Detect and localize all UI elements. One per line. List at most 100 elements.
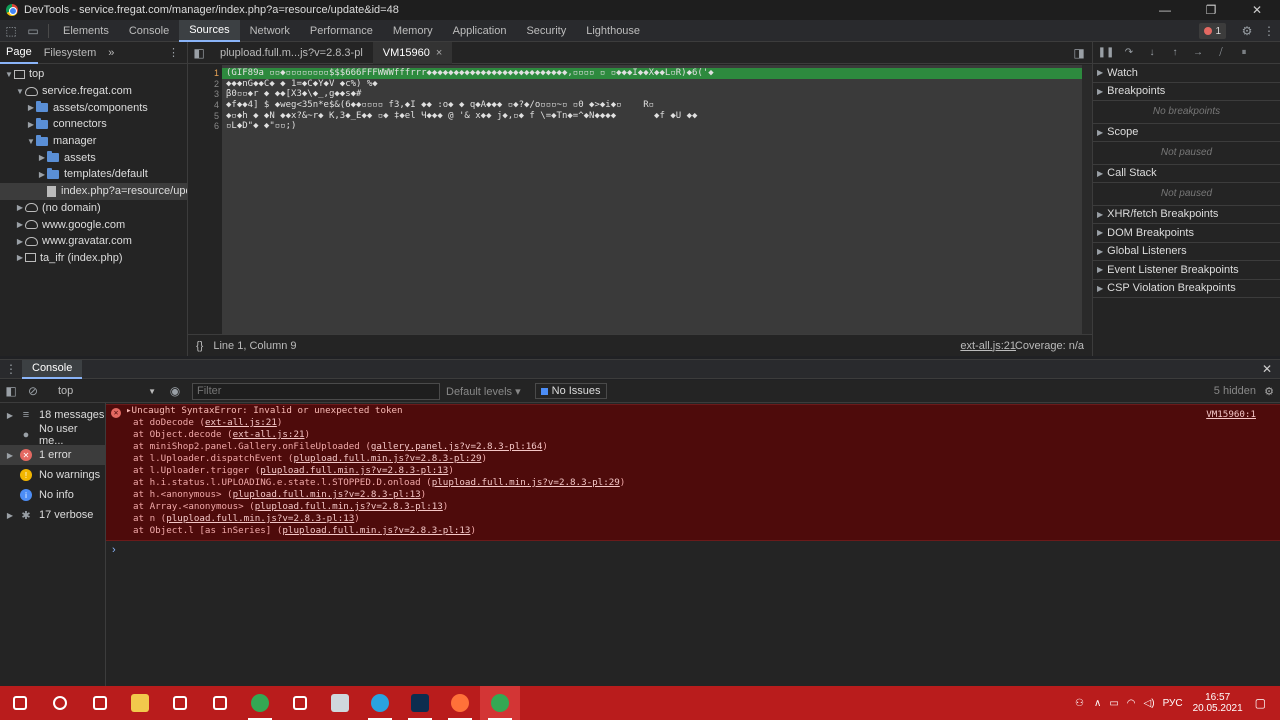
pane-call-stack[interactable]: ▶ Call Stack	[1093, 165, 1280, 183]
show-hidden-icons[interactable]: ∧	[1094, 698, 1101, 709]
arrow-icon[interactable]: ▶	[15, 253, 25, 262]
pane-event-listener-breakpoints[interactable]: ▶ Event Listener Breakpoints	[1093, 261, 1280, 280]
stack-frame-link[interactable]: plupload.full.min.js?v=2.8.3-pl:13	[166, 513, 354, 524]
tree-item[interactable]: ▶ assets	[0, 149, 187, 166]
stack-frame-link[interactable]: ext-all.js:21	[233, 429, 305, 440]
code-area[interactable]: 123456 (GIF89a ▫▫◆▫▫▫▫▫▫▫▫$$$666FFFWWWff…	[188, 65, 1092, 334]
stack-frame-link[interactable]: plupload.full.min.js?v=2.8.3-pl:13	[282, 525, 470, 536]
editor-tab-vm[interactable]: VM15960 ×	[372, 41, 453, 64]
arrow-icon[interactable]: ▶	[37, 170, 47, 179]
filter-input[interactable]	[192, 382, 440, 400]
editor-scrollbar[interactable]	[1082, 65, 1092, 334]
error-message[interactable]: ✕ ▸Uncaught SyntaxError: Invalid or unex…	[106, 404, 1280, 541]
clear-console-icon[interactable]: ⊘	[22, 380, 44, 402]
sidebar-item-verbose[interactable]: ▶ ✱ 17 verbose	[0, 505, 105, 525]
sidebar-item-error[interactable]: ▶ ✕ 1 error	[0, 445, 105, 465]
taskbar-photoshop[interactable]	[400, 686, 440, 720]
stack-frame-link[interactable]: plupload.full.min.js?v=2.8.3-pl:29	[293, 453, 481, 464]
tree-item[interactable]: ▶ www.google.com	[0, 216, 187, 233]
battery-icon[interactable]: ▭	[1109, 698, 1118, 709]
taskbar-store[interactable]	[160, 686, 200, 720]
step-over-icon[interactable]: ↷	[1120, 44, 1138, 62]
arrow-icon[interactable]: ▶	[15, 203, 25, 212]
notifications-icon[interactable]: ▢	[1255, 696, 1266, 710]
console-settings-icon[interactable]: ⚙	[1264, 385, 1274, 398]
clock[interactable]: 16:57 20.05.2021	[1193, 692, 1243, 714]
stack-frame-link[interactable]: plupload.full.min.js?v=2.8.3-pl:29	[432, 477, 620, 488]
pane-scope[interactable]: ▶ Scope	[1093, 124, 1280, 142]
arrow-icon[interactable]: ▼	[4, 70, 14, 79]
sidebar-toggle-icon[interactable]: ◧	[0, 380, 22, 402]
toggle-debugger-icon[interactable]: ◨	[1068, 42, 1090, 64]
tab-sources[interactable]: Sources	[179, 19, 240, 42]
taskbar-start[interactable]	[0, 686, 40, 720]
tab-console[interactable]: Console	[119, 20, 179, 42]
more-tabs-icon[interactable]: »	[102, 42, 120, 64]
tab-filesystem[interactable]: Filesystem	[38, 42, 103, 64]
stack-frame-link[interactable]: gallery.panel.js?v=2.8.3-pl:164	[371, 441, 542, 452]
console-prompt[interactable]: ›	[112, 544, 116, 556]
taskbar-search[interactable]	[40, 686, 80, 720]
taskbar-task-view[interactable]	[80, 686, 120, 720]
drawer-menu-icon[interactable]: ⋮	[0, 358, 22, 380]
deactivate-breakpoints-icon[interactable]: ⧸	[1212, 44, 1230, 62]
kebab-menu-icon[interactable]: ⋮	[168, 46, 179, 59]
arrow-icon[interactable]: ▶	[37, 153, 47, 162]
device-toolbar-icon[interactable]: ▭	[22, 20, 44, 42]
tree-item[interactable]: ▼ service.fregat.com	[0, 83, 187, 100]
pane-breakpoints[interactable]: ▶ Breakpoints	[1093, 83, 1280, 101]
arrow-icon[interactable]: ▼	[15, 87, 25, 96]
stack-frame-link[interactable]: plupload.full.min.js?v=2.8.3-pl:13	[255, 501, 443, 512]
pane-xhr-fetch-breakpoints[interactable]: ▶ XHR/fetch Breakpoints	[1093, 206, 1280, 224]
inspect-element-icon[interactable]: ⬚	[0, 20, 22, 42]
close-drawer-icon[interactable]: ✕	[1262, 362, 1272, 376]
wifi-icon[interactable]: ◠	[1127, 698, 1136, 709]
pause-on-exceptions-icon[interactable]: ⏸	[1235, 44, 1253, 62]
tree-item[interactable]: ▶ templates/default	[0, 166, 187, 183]
arrow-icon[interactable]: ▼	[26, 137, 36, 146]
maximize-button[interactable]: ❐	[1188, 0, 1234, 20]
error-text[interactable]: ▸Uncaught SyntaxError: Invalid or unexpe…	[106, 405, 1280, 417]
arrow-icon[interactable]: ▶	[26, 120, 36, 129]
arrow-icon[interactable]: ▶	[15, 237, 25, 246]
tab-console-drawer[interactable]: Console	[22, 359, 83, 379]
more-menu-icon[interactable]: ⋮	[1258, 20, 1280, 42]
taskbar-telegram[interactable]	[360, 686, 400, 720]
step-icon[interactable]: →	[1189, 44, 1207, 62]
stack-frame-link[interactable]: ext-all.js:21	[205, 417, 277, 428]
pretty-print-button[interactable]: {}	[196, 340, 203, 352]
close-button[interactable]: ✕	[1234, 0, 1280, 20]
context-selector[interactable]: top ▼	[44, 385, 160, 397]
tab-page[interactable]: Page	[0, 42, 38, 64]
taskbar-explorer[interactable]	[120, 686, 160, 720]
pause-icon[interactable]: ❚❚	[1097, 44, 1115, 62]
pane-watch[interactable]: ▶ Watch	[1093, 64, 1280, 83]
issues-button[interactable]: No Issues	[534, 383, 607, 399]
pane-global-listeners[interactable]: ▶ Global Listeners	[1093, 243, 1280, 261]
toggle-navigator-icon[interactable]: ◧	[188, 42, 210, 64]
tree-item[interactable]: ▶ assets/components	[0, 99, 187, 116]
sidebar-item-user[interactable]: ● No user me...	[0, 423, 105, 447]
tab-application[interactable]: Application	[443, 20, 517, 42]
minimize-button[interactable]: —	[1142, 0, 1188, 20]
tab-security[interactable]: Security	[516, 20, 576, 42]
pane-csp-violation-breakpoints[interactable]: ▶ CSP Violation Breakpoints	[1093, 280, 1280, 298]
log-levels-dropdown[interactable]: Default levels ▾	[446, 385, 521, 398]
tab-performance[interactable]: Performance	[300, 20, 383, 42]
editor-tab-plupload[interactable]: plupload.full.m...js?v=2.8.3-pl	[210, 42, 373, 64]
stack-frame-link[interactable]: plupload.full.min.js?v=2.8.3-pl:13	[233, 489, 421, 500]
arrow-icon[interactable]: ▶	[15, 220, 25, 229]
pane-dom-breakpoints[interactable]: ▶ DOM Breakpoints	[1093, 224, 1280, 243]
sidebar-item-list[interactable]: ▶ ≡ 18 messages	[0, 405, 105, 425]
tree-item[interactable]: ▼ manager	[0, 133, 187, 150]
sidebar-item-info[interactable]: i No info	[0, 485, 105, 505]
tab-elements[interactable]: Elements	[53, 20, 119, 42]
error-source-link[interactable]: VM15960:1	[1206, 409, 1256, 420]
error-count-badge[interactable]: 1	[1199, 23, 1226, 39]
step-out-icon[interactable]: ↑	[1166, 44, 1184, 62]
taskbar-files[interactable]	[320, 686, 360, 720]
taskbar-mail[interactable]	[200, 686, 240, 720]
tree-item[interactable]: ▶ (no domain)	[0, 200, 187, 217]
tree-item[interactable]: ▶ www.gravatar.com	[0, 233, 187, 250]
gear-icon[interactable]: ⚙	[1236, 20, 1258, 42]
